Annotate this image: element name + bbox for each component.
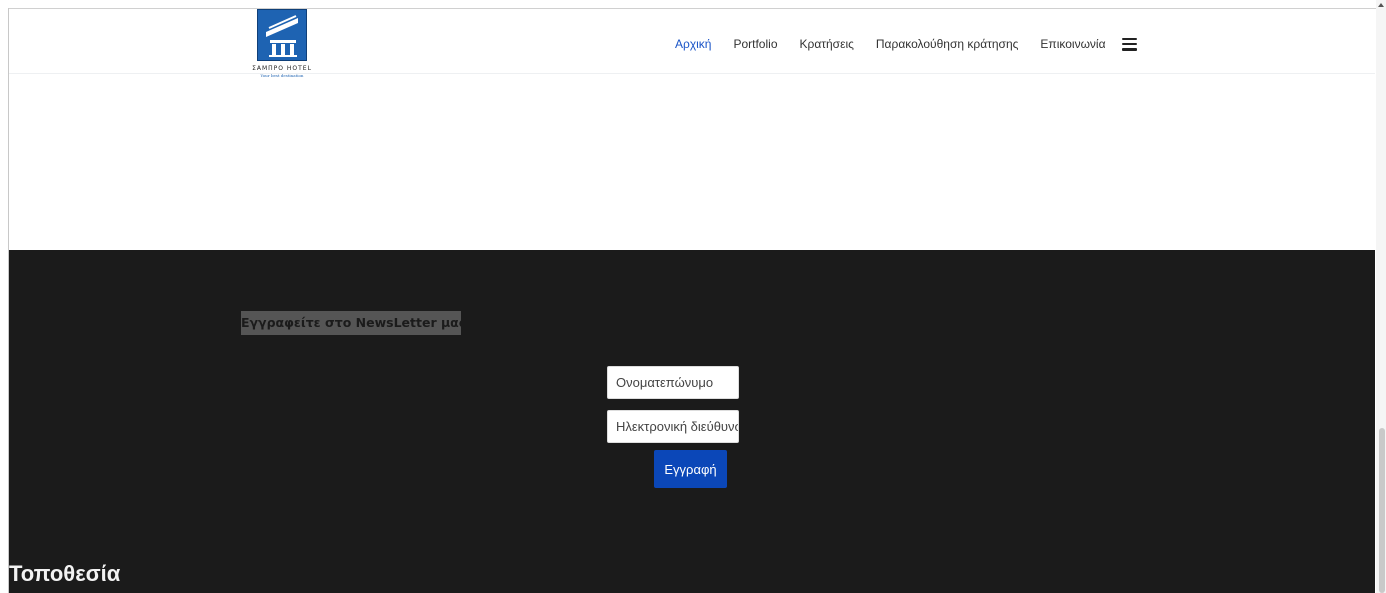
logo-tagline: Your best destination [260, 73, 304, 78]
nav-link-booking-tracking[interactable]: Παρακολούθηση κράτησης [876, 37, 1019, 51]
nav-link-bookings[interactable]: Κρατήσεις [800, 37, 854, 51]
fullname-input[interactable]: Ονοματεπώνυμο [607, 366, 739, 399]
hotel-logo[interactable]: ΣΑΜΠΡΟ HOTEL Your best destination [251, 9, 313, 89]
nav-link-portfolio[interactable]: Portfolio [733, 37, 777, 51]
nav-link-home[interactable]: Αρχική [675, 37, 711, 51]
nav-link-contact[interactable]: Επικοινωνία [1040, 37, 1105, 51]
location-heading: Τοποθεσία [9, 561, 121, 586]
newsletter-title: Εγγραφείτε στο NewsLetter μας [241, 311, 461, 335]
logo-name: ΣΑΜΠΡΟ HOTEL [252, 65, 312, 72]
subscribe-button[interactable]: Εγγραφή [654, 450, 727, 488]
scrollbar-thumb[interactable] [1379, 428, 1385, 593]
hotel-building-logo-icon [257, 9, 307, 61]
newsletter-section: Εγγραφείτε στο NewsLetter μας Ονοματεπών… [9, 250, 1375, 593]
browser-viewport: ΣΑΜΠΡΟ HOTEL Your best destination Αρχικ… [0, 0, 1386, 593]
navbar: ΣΑΜΠΡΟ HOTEL Your best destination Αρχικ… [9, 9, 1375, 78]
email-input[interactable]: Ηλεκτρονική διεύθυνση [607, 410, 739, 443]
hamburger-menu-icon[interactable] [1121, 37, 1137, 51]
scroll-up-arrow-icon[interactable] [1378, 3, 1384, 7]
page: ΣΑΜΠΡΟ HOTEL Your best destination Αρχικ… [9, 9, 1375, 593]
main-nav: Αρχική Portfolio Κρατήσεις Παρακολούθηση… [675, 34, 1137, 54]
